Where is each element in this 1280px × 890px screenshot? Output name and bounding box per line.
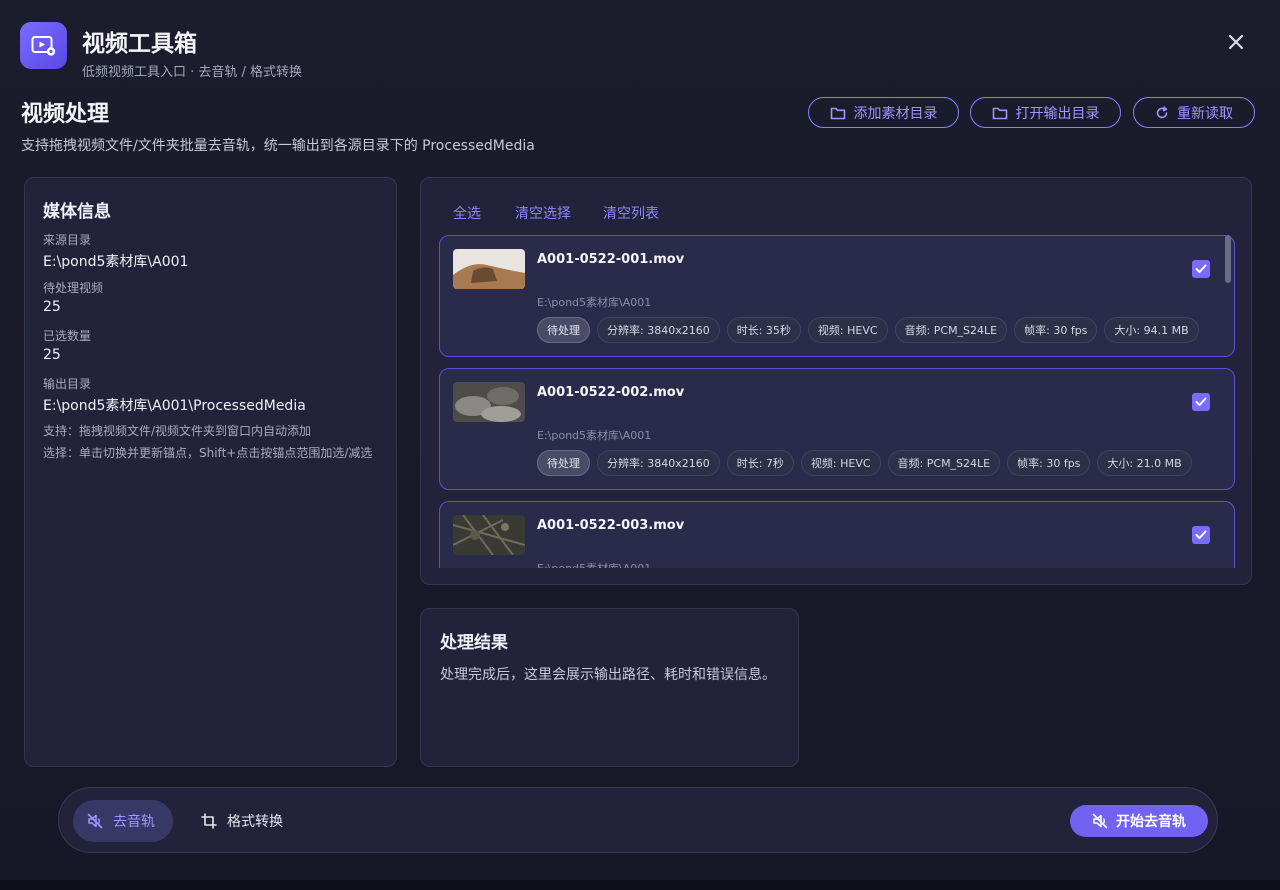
folder-icon xyxy=(992,107,1007,119)
page-title: 视频处理 xyxy=(21,102,110,127)
remove-audio-mode-label: 去音轨 xyxy=(113,814,155,830)
resolution-tag: 分辨率: 3840x2160 xyxy=(597,317,720,343)
clear-selection-button[interactable]: 清空选择 xyxy=(515,203,571,223)
pending-count-label: 待处理视频 xyxy=(43,281,104,295)
fps-tag: 帧率: 30 fps xyxy=(1007,450,1091,476)
audio-codec-tag: 音频: PCM_S24LE xyxy=(887,450,1001,476)
file-tags: 待处理 分辨率: 3840x2160 时长: 35秒 视频: HEVC 音频: … xyxy=(537,317,1199,343)
folder-icon xyxy=(830,107,845,119)
start-remove-audio-label: 开始去音轨 xyxy=(1116,814,1186,830)
size-tag: 大小: 94.1 MB xyxy=(1104,317,1199,343)
file-list[interactable]: A001-0522-001.mov E:\pond5素材库\A001 待处理 分… xyxy=(439,235,1235,568)
clear-list-button[interactable]: 清空列表 xyxy=(603,203,659,223)
file-list-item[interactable]: A001-0522-002.mov E:\pond5素材库\A001 待处理 分… xyxy=(439,368,1235,490)
checkmark-icon xyxy=(1195,264,1207,273)
video-codec-tag: 视频: HEVC xyxy=(800,450,881,476)
start-remove-audio-button[interactable]: 开始去音轨 xyxy=(1070,805,1208,837)
audio-codec-tag: 音频: PCM_S24LE xyxy=(894,317,1008,343)
page-description: 支持拖拽视频文件/文件夹批量去音轨，统一输出到各源目录下的 ProcessedM… xyxy=(21,138,535,154)
duration-tag: 时长: 7秒 xyxy=(726,450,794,476)
media-info-panel: 媒体信息 来源目录 E:\pond5素材库\A001 待处理视频 25 已选数量… xyxy=(24,177,397,767)
close-icon xyxy=(1228,34,1244,50)
video-thumbnail xyxy=(453,249,525,289)
file-path: E:\pond5素材库\A001 xyxy=(537,560,651,568)
duration-tag: 时长: 35秒 xyxy=(726,317,801,343)
output-dir-value: E:\pond5素材库\A001\ProcessedMedia xyxy=(43,398,306,414)
reload-label: 重新读取 xyxy=(1177,105,1233,122)
source-dir-value: E:\pond5素材库\A001 xyxy=(43,254,189,270)
resolution-tag: 分辨率: 3840x2160 xyxy=(597,450,720,476)
support-note: 支持：拖拽视频文件/视频文件夹到窗口内自动添加 xyxy=(43,424,312,438)
video-thumbnail xyxy=(453,382,525,422)
convert-format-mode-button[interactable]: 格式转换 xyxy=(187,800,297,842)
file-list-item[interactable]: A001-0522-001.mov E:\pond5素材库\A001 待处理 分… xyxy=(439,235,1235,357)
status-badge: 待处理 xyxy=(537,450,590,476)
selected-count-value: 25 xyxy=(43,347,61,363)
item-checkbox[interactable] xyxy=(1192,393,1210,411)
file-name: A001-0522-002.mov xyxy=(537,385,685,400)
output-dir-label: 输出目录 xyxy=(43,377,92,391)
pending-count-value: 25 xyxy=(43,299,61,315)
media-info-title: 媒体信息 xyxy=(43,202,111,222)
source-dir-label: 来源目录 xyxy=(43,233,92,247)
item-checkbox[interactable] xyxy=(1192,526,1210,544)
add-source-folder-button[interactable]: 添加素材目录 xyxy=(808,97,959,128)
file-name: A001-0522-003.mov xyxy=(537,518,685,533)
open-output-folder-label: 打开输出目录 xyxy=(1015,105,1100,122)
video-codec-tag: 视频: HEVC xyxy=(807,317,888,343)
fps-tag: 帧率: 30 fps xyxy=(1014,317,1098,343)
mute-icon xyxy=(1092,813,1108,829)
result-message: 处理完成后，这里会展示输出路径、耗时和错误信息。 xyxy=(440,667,776,683)
video-thumbnail xyxy=(453,515,525,555)
file-path: E:\pond5素材库\A001 xyxy=(537,296,652,309)
video-toolbox-icon xyxy=(20,22,67,69)
result-panel: 处理结果 处理完成后，这里会展示输出路径、耗时和错误信息。 xyxy=(420,608,799,767)
app-subtitle: 低频视频工具入口 · 去音轨 / 格式转换 xyxy=(82,65,303,80)
file-path: E:\pond5素材库\A001 xyxy=(537,429,652,442)
selection-note: 选择：单击切换并更新锚点，Shift+点击按锚点范围加选/减选 xyxy=(43,446,373,460)
result-title: 处理结果 xyxy=(440,633,508,653)
scrollbar-thumb[interactable] xyxy=(1225,235,1231,283)
add-source-folder-label: 添加素材目录 xyxy=(853,105,938,122)
status-badge: 待处理 xyxy=(537,317,590,343)
crop-icon xyxy=(201,813,217,829)
open-output-folder-button[interactable]: 打开输出目录 xyxy=(970,97,1121,128)
file-name: A001-0522-001.mov xyxy=(537,252,685,267)
window-bottom-edge xyxy=(0,880,1280,890)
size-tag: 大小: 21.0 MB xyxy=(1097,450,1192,476)
reload-button[interactable]: 重新读取 xyxy=(1133,97,1255,128)
bottom-action-bar: 去音轨 格式转换 开始去音轨 xyxy=(58,787,1218,853)
app-window: 视频工具箱 低频视频工具入口 · 去音轨 / 格式转换 视频处理 支持拖拽视频文… xyxy=(0,0,1280,880)
mute-icon xyxy=(87,813,103,829)
app-title: 视频工具箱 xyxy=(82,31,197,57)
select-all-button[interactable]: 全选 xyxy=(453,203,481,223)
file-tags: 待处理 分辨率: 3840x2160 时长: 7秒 视频: HEVC 音频: P… xyxy=(537,450,1192,476)
remove-audio-mode-button[interactable]: 去音轨 xyxy=(73,800,173,842)
refresh-icon xyxy=(1156,105,1168,118)
close-button[interactable] xyxy=(1222,28,1250,56)
checkmark-icon xyxy=(1195,397,1207,406)
checkmark-icon xyxy=(1195,530,1207,539)
selected-count-label: 已选数量 xyxy=(43,329,92,343)
file-list-item[interactable]: A001-0522-003.mov E:\pond5素材库\A001 xyxy=(439,501,1235,568)
item-checkbox[interactable] xyxy=(1192,260,1210,278)
convert-format-mode-label: 格式转换 xyxy=(227,814,283,830)
file-list-panel: 全选 清空选择 清空列表 A001-0522-001.mov E:\pond5素… xyxy=(420,177,1252,585)
list-scrollbar[interactable] xyxy=(1225,235,1231,568)
